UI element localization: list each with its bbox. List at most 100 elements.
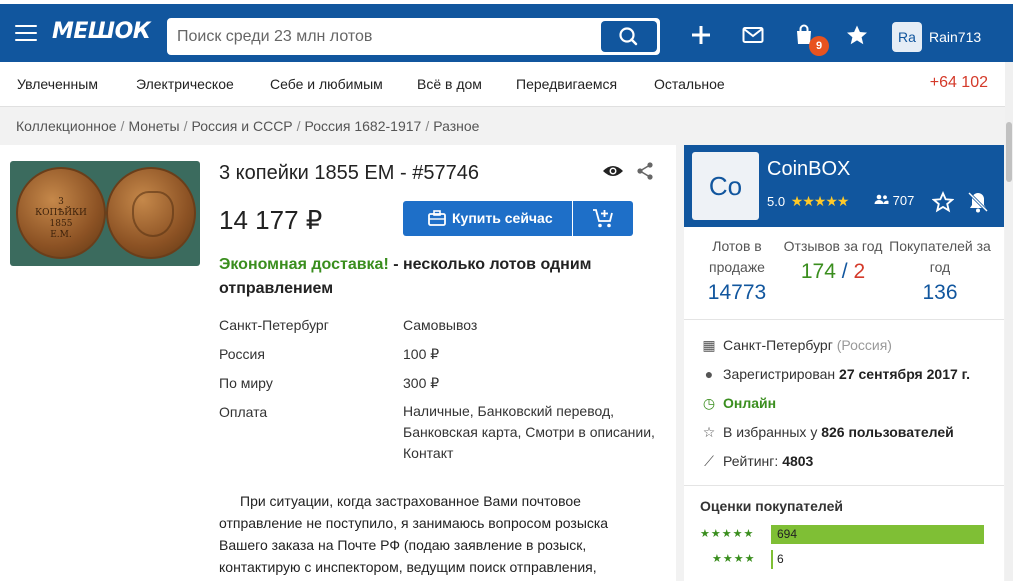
breadcrumb: Коллекционное / Монеты / Россия и СССР / Росси…	[16, 118, 480, 134]
breadcrumb-link[interactable]: Разное	[433, 118, 479, 134]
divider	[684, 485, 1004, 486]
username-link[interactable]: Rain713	[929, 29, 981, 45]
category-link[interactable]: Себе и любимым	[270, 76, 383, 92]
favorites-count: 826 пользователей	[821, 424, 954, 440]
category-link[interactable]: Остальное	[654, 76, 725, 92]
lot-photo[interactable]: 3 КОПѢЙКИ 1855 Е.М.	[10, 161, 200, 266]
fans-count: 707	[892, 193, 915, 208]
stat-value: 14773	[707, 281, 767, 304]
payment-value: Наличные, Банковский перевод, Банковская…	[403, 403, 655, 461]
review-bar	[771, 525, 984, 544]
shipping-label: По миру	[219, 375, 273, 391]
breadcrumb-link[interactable]: Россия и СССР	[191, 118, 292, 134]
reviews-separator: /	[835, 260, 854, 283]
plus-icon[interactable]	[689, 23, 713, 47]
buy-now-button[interactable]: Купить сейчас	[403, 201, 572, 236]
users-icon	[874, 194, 889, 204]
eagle-emblem	[132, 191, 174, 237]
bell-off-icon[interactable]	[968, 191, 988, 213]
stat-label: Отзывов за год	[783, 238, 883, 254]
add-to-cart-button[interactable]	[573, 201, 633, 236]
seller-rating: 5.0 ★★★★★	[767, 193, 850, 210]
share-icon[interactable]	[635, 161, 655, 181]
negative-reviews: 2	[853, 260, 866, 283]
buy-now-label: Купить сейчас	[452, 210, 553, 226]
stat-value: 174 / 2	[780, 261, 886, 282]
lot-card: 3 КОПѢЙКИ 1855 Е.М. 3 копейки 1855 ЕМ - …	[0, 145, 676, 581]
registered-date: 27 сентября 2017 г.	[839, 366, 970, 382]
category-link[interactable]: Всё в дом	[417, 76, 482, 92]
seller-header: Co CoinBOX 5.0 ★★★★★ 707	[684, 145, 1004, 227]
reviews-title: Оценки покупателей	[700, 498, 844, 514]
seller-logo[interactable]: Co	[692, 152, 759, 220]
chart-line-icon: ⟋	[704, 453, 714, 469]
site-logo[interactable]: МЕШОК	[52, 19, 151, 44]
registered-prefix: Зарегистрирован	[723, 366, 840, 382]
seller-rating-value: 5.0	[767, 194, 786, 209]
star-outline-icon: ☆	[702, 424, 716, 440]
coin-text: Е.М.	[50, 230, 72, 240]
lot-description: При ситуации, когда застрахованное Вами …	[219, 493, 609, 575]
breadcrumb-link[interactable]: Россия 1682-1917	[305, 118, 422, 134]
category-link[interactable]: Передвигаемся	[516, 76, 617, 92]
review-count: 6	[777, 552, 784, 566]
menu-icon[interactable]	[15, 25, 37, 43]
stat-lots[interactable]: Лотов в продаже 14773	[684, 236, 790, 303]
seller-fans: 707	[874, 193, 914, 208]
top-navbar: МЕШОК 9 Ra Rain713	[0, 0, 1013, 62]
review-row-5-stars[interactable]: ★★★★★ 694	[700, 525, 990, 545]
seller-name[interactable]: CoinBOX	[767, 158, 850, 181]
seller-city: ▦ Санкт-Петербург (Россия)	[701, 337, 892, 354]
seller-city-name: Санкт-Петербург	[723, 337, 833, 353]
coin-text: 3	[58, 197, 64, 207]
breadcrumb-link[interactable]: Коллекционное	[16, 118, 117, 134]
category-link[interactable]: Увлеченным	[17, 76, 98, 92]
lot-title: 3 копейки 1855 ЕМ - #57746	[219, 162, 479, 184]
new-lots-count[interactable]: +64 102	[930, 74, 988, 92]
clock-icon: ◷	[702, 395, 716, 411]
notification-badge: 9	[809, 36, 829, 56]
rating-stars: ★★★★★	[790, 193, 850, 209]
rating-prefix: Рейтинг:	[723, 453, 783, 469]
rating-score: 4803	[782, 453, 814, 469]
review-stars: ★★★★	[712, 553, 756, 565]
shipping-label: Санкт-Петербург	[219, 317, 329, 333]
category-bar: Увлеченным Электрическое Себе и любимым …	[0, 62, 1005, 107]
search-box	[167, 18, 660, 55]
coin-text: 1855	[49, 219, 73, 229]
seller-online-status: ◷ Онлайн	[701, 395, 776, 412]
scrollbar-thumb[interactable]	[1006, 122, 1012, 182]
review-stars: ★★★★★	[700, 528, 755, 540]
favorites-prefix: В избранных у	[723, 424, 822, 440]
stat-label: Покупателей за год	[889, 238, 991, 275]
add-seller-favorite-icon[interactable]	[932, 191, 954, 213]
shipping-value: Самовывоз	[403, 317, 478, 333]
favorites-star-icon[interactable]	[845, 23, 869, 47]
online-status: Онлайн	[723, 395, 777, 411]
category-link[interactable]: Электрическое	[136, 76, 234, 92]
search-button[interactable]	[601, 21, 657, 52]
delivery-promo-highlight[interactable]: Экономная доставка!	[219, 256, 389, 273]
search-input[interactable]	[177, 26, 597, 48]
review-row-4-stars[interactable]: ★★★★ 6	[700, 550, 990, 570]
shipping-value: 300 ₽	[403, 375, 440, 391]
seller-score: ⟋ Рейтинг: 4803	[701, 453, 813, 470]
stat-buyers[interactable]: Покупателей за год 136	[887, 236, 993, 303]
page-scrollbar[interactable]	[1005, 62, 1013, 581]
mail-icon[interactable]	[741, 23, 765, 47]
coin-obverse-image: 3 КОПѢЙКИ 1855 Е.М.	[16, 167, 106, 259]
building-icon: ▦	[702, 337, 716, 353]
search-icon	[619, 27, 638, 46]
avatar[interactable]: Ra	[892, 22, 922, 52]
review-bar	[771, 550, 773, 569]
stat-reviews[interactable]: Отзывов за год 174 / 2	[780, 236, 886, 282]
seller-registered: ● Зарегистрирован 27 сентября 2017 г.	[701, 366, 970, 382]
shipping-value: 100 ₽	[403, 346, 440, 362]
coin-text: КОПѢЙКИ	[35, 208, 87, 218]
delivery-promo: Экономная доставка! - несколько лотов од…	[219, 253, 639, 301]
lot-price: 14 177 ₽	[219, 205, 323, 235]
watch-eye-icon[interactable]	[602, 163, 624, 179]
seller-favorites: ☆ В избранных у 826 пользователей	[701, 424, 954, 441]
positive-reviews: 174	[800, 260, 836, 283]
breadcrumb-link[interactable]: Монеты	[128, 118, 179, 134]
